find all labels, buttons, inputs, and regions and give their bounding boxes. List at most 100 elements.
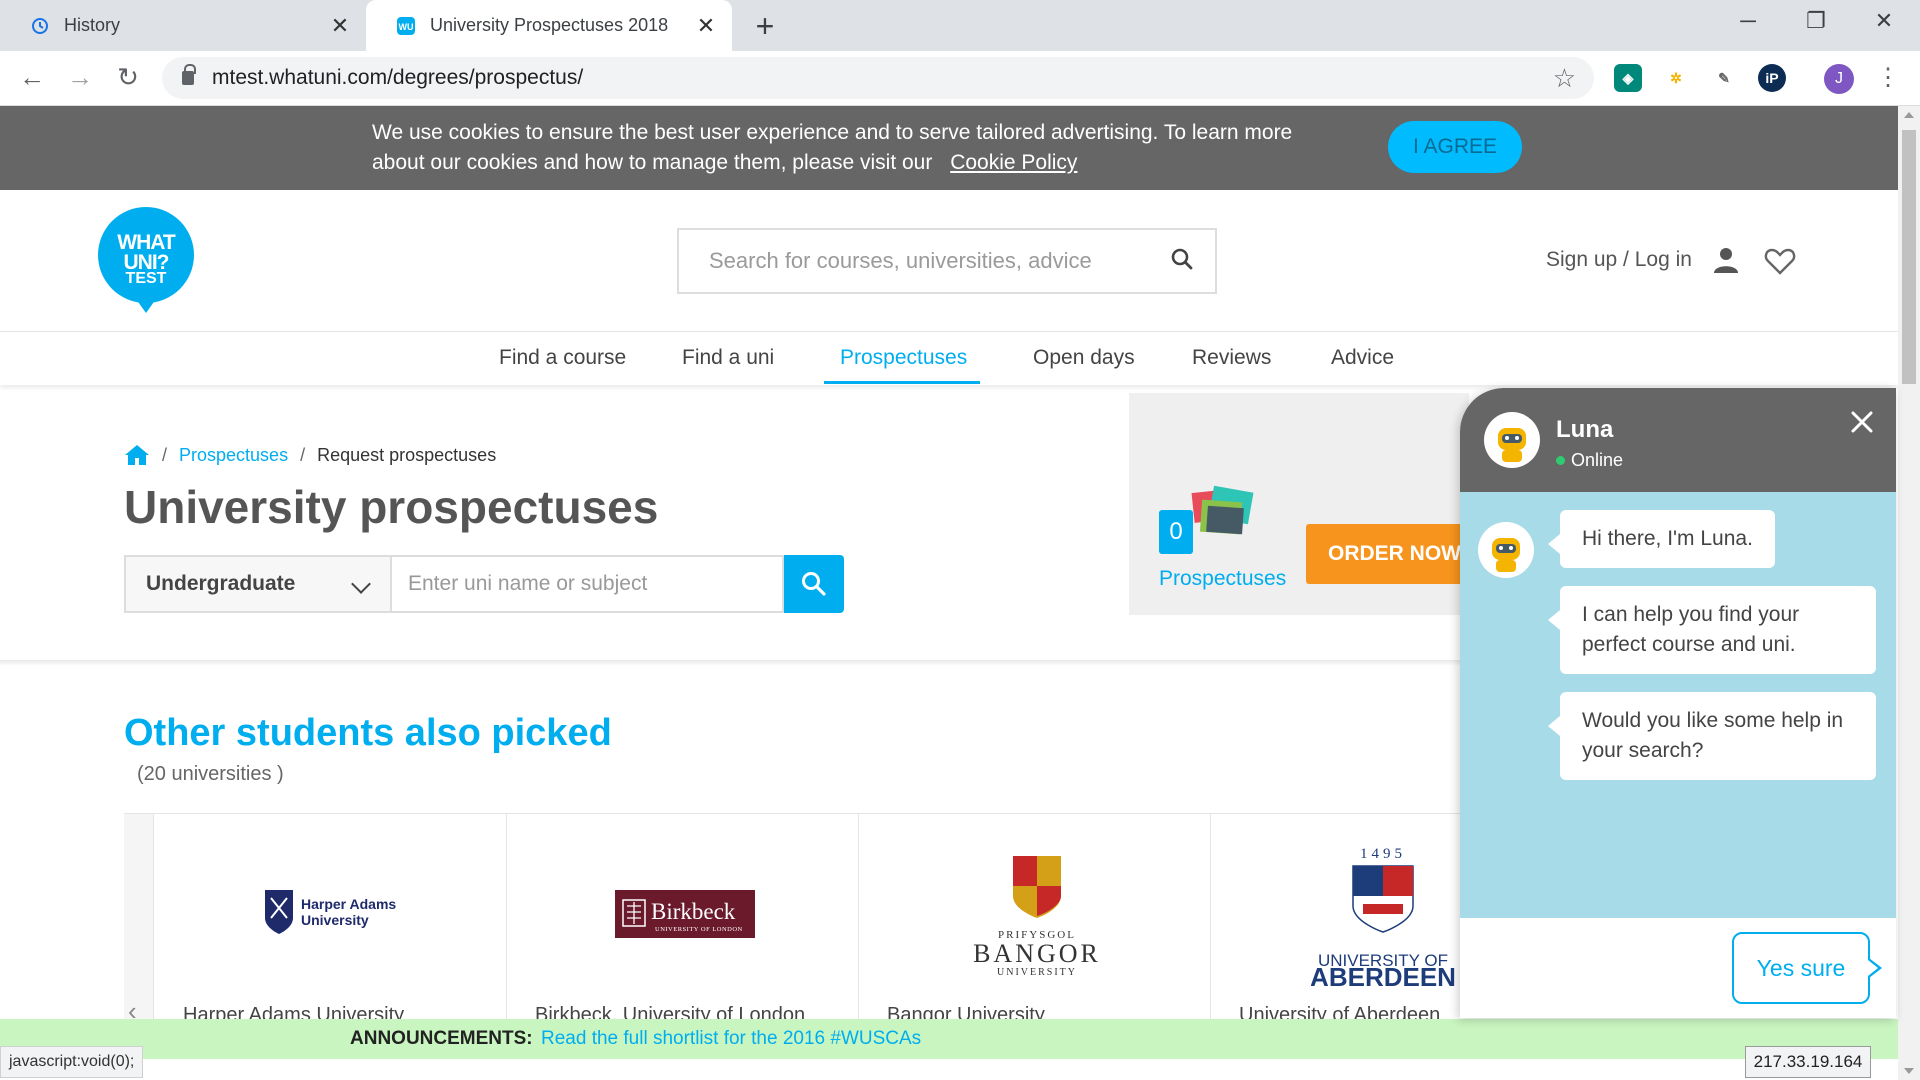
reload-icon[interactable]: ↻	[110, 59, 146, 95]
announcement-bar: ANNOUNCEMENTS: Read the full shortlist f…	[0, 1019, 1898, 1059]
whatuni-logo[interactable]: WHAT UNI? TEST	[98, 207, 194, 313]
nav-find-a-course[interactable]: Find a course	[499, 346, 626, 370]
close-icon[interactable]: ✕	[328, 13, 352, 39]
cookie-policy-link[interactable]: Cookie Policy	[950, 151, 1077, 174]
scroll-up-icon[interactable]	[1904, 112, 1914, 118]
extension-icon[interactable]: ✎	[1710, 64, 1738, 92]
universities-count: (20 universities )	[137, 763, 284, 785]
cookie-banner: We use cookies to ensure the best user e…	[0, 106, 1898, 190]
filter-search-button[interactable]	[784, 555, 844, 613]
close-icon[interactable]: ✕	[694, 13, 718, 39]
breadcrumb-current: Request prospectuses	[317, 444, 497, 465]
chat-status: Online	[1556, 450, 1623, 471]
prospectus-stack-icon	[1191, 485, 1254, 535]
university-card[interactable]: Birkbeck UNIVERSITY OF LONDON Birkbeck, …	[507, 814, 859, 1026]
nav-active-indicator	[824, 381, 980, 384]
birkbeck-logo: Birkbeck UNIVERSITY OF LONDON	[615, 890, 755, 938]
svg-text:UNIVERSITY OF LONDON: UNIVERSITY OF LONDON	[655, 926, 743, 933]
scrollbar-thumb[interactable]	[1902, 130, 1916, 384]
page-scrollbar[interactable]	[1898, 106, 1920, 1080]
site-search-input[interactable]	[709, 248, 1149, 274]
close-icon[interactable]	[1848, 408, 1876, 436]
chevron-down-icon	[351, 574, 371, 594]
university-card[interactable]: PRIFYSGOL BANGOR UNIVERSITY Bangor Unive…	[859, 814, 1211, 1026]
new-tab-button[interactable]: +	[748, 8, 782, 45]
search-icon[interactable]	[1171, 248, 1193, 270]
study-level-select[interactable]: Undergraduate	[124, 555, 392, 613]
breadcrumb-separator: /	[162, 444, 168, 465]
logo-text: WHAT UNI?	[117, 231, 175, 274]
nav-prospectuses[interactable]: Prospectuses	[840, 346, 967, 370]
whatuni-favicon-icon: WU	[397, 16, 415, 35]
back-icon[interactable]: ←	[14, 59, 50, 95]
svg-text:University: University	[301, 912, 369, 928]
bookmark-star-icon[interactable]: ☆	[1553, 63, 1576, 94]
browser-toolbar: ← → ↻ mtest.whatuni.com/degrees/prospect…	[0, 51, 1920, 106]
restore-icon[interactable]: ❐	[1796, 8, 1836, 34]
svg-text:WU: WU	[399, 22, 414, 32]
prospectus-filter: Undergraduate Enter uni name or subject	[124, 555, 844, 613]
bangor-logo: PRIFYSGOL BANGOR UNIVERSITY	[973, 856, 1101, 976]
announcement-link[interactable]: Read the full shortlist for the 2016 #WU…	[541, 1028, 921, 1050]
breadcrumb: / Prospectuses / Request prospectuses	[124, 444, 496, 466]
forward-icon[interactable]: →	[62, 59, 98, 95]
svg-text:Harper Adams: Harper Adams	[301, 896, 396, 912]
scroll-down-icon[interactable]	[1904, 1068, 1914, 1074]
extension-icon[interactable]: ◈	[1614, 64, 1642, 92]
extension-ip-icon[interactable]: iP	[1758, 64, 1786, 92]
prospectus-basket-link[interactable]: Prospectuses	[1159, 567, 1286, 591]
chat-message: Would you like some help in your search?	[1548, 692, 1876, 780]
chat-messages: Hi there, I'm Luna. I can help you find …	[1460, 492, 1896, 918]
site-search	[677, 228, 1217, 294]
svg-text:Birkbeck: Birkbeck	[651, 899, 736, 924]
user-icon[interactable]	[1712, 246, 1740, 274]
tab-history[interactable]: History ✕	[0, 0, 366, 51]
tab-university-prospectuses[interactable]: WU University Prospectuses 2018 ✕	[366, 0, 732, 51]
menu-icon[interactable]: ⋮	[1876, 63, 1900, 92]
nav-find-a-uni[interactable]: Find a uni	[682, 346, 774, 370]
minimize-icon[interactable]: ─	[1728, 8, 1768, 34]
signup-login-link[interactable]: Sign up / Log in	[1546, 248, 1692, 272]
chat-message: I can help you find your perfect course …	[1548, 586, 1876, 674]
chat-reply-area: Yes sure	[1460, 918, 1896, 1018]
ip-address-badge: 217.33.19.164	[1745, 1046, 1871, 1078]
study-level-value: Undergraduate	[146, 572, 296, 595]
main-navigation: Find a course Find a uni Prospectuses Op…	[0, 331, 1898, 385]
announcement-label: ANNOUNCEMENTS:	[350, 1028, 533, 1049]
section-divider	[0, 660, 1460, 666]
online-indicator-icon	[1556, 456, 1565, 465]
chat-header: Luna Online	[1460, 388, 1896, 492]
avatar[interactable]: J	[1824, 64, 1854, 94]
logo-subtext: TEST	[125, 270, 167, 287]
nav-advice[interactable]: Advice	[1331, 346, 1394, 370]
order-now-button[interactable]: ORDER NOW	[1306, 524, 1470, 584]
lock-icon	[182, 64, 196, 85]
cookie-text: We use cookies to ensure the best user e…	[372, 118, 1332, 178]
robot-avatar-icon	[1478, 522, 1534, 578]
tab-title: History	[64, 15, 121, 35]
chat-status-text: Online	[1571, 450, 1624, 470]
svg-text:ABERDEEN: ABERDEEN	[1311, 962, 1456, 986]
heart-icon[interactable]	[1764, 247, 1796, 275]
svg-text:BANGOR: BANGOR	[973, 939, 1101, 968]
tab-title: University Prospectuses 2018	[430, 15, 669, 35]
address-bar[interactable]: mtest.whatuni.com/degrees/prospectus/ ☆	[162, 57, 1594, 99]
prospectus-count-badge: 0	[1159, 510, 1193, 554]
nav-open-days[interactable]: Open days	[1033, 346, 1135, 370]
breadcrumb-prospectuses[interactable]: Prospectuses	[179, 445, 288, 466]
search-icon	[802, 572, 826, 596]
uni-subject-input[interactable]: Enter uni name or subject	[392, 555, 784, 613]
browser-status-bar: javascript:void(0);	[0, 1046, 144, 1078]
extension-icon[interactable]: ✲	[1662, 64, 1690, 92]
nav-reviews[interactable]: Reviews	[1192, 346, 1271, 370]
chat-widget: Luna Online Hi there, I'm Luna. I can he…	[1460, 388, 1896, 1018]
page-title: University prospectuses	[124, 481, 659, 533]
carousel-prev-button[interactable]: ‹	[124, 814, 154, 1026]
chat-agent-name: Luna	[1556, 416, 1614, 443]
agree-button[interactable]: I AGREE	[1388, 121, 1522, 173]
university-card[interactable]: Harper Adams University Harper Adams Uni…	[155, 814, 507, 1026]
home-icon[interactable]	[124, 444, 150, 466]
section-title: Other students also picked	[124, 712, 612, 754]
yes-sure-button[interactable]: Yes sure	[1732, 932, 1882, 1004]
close-window-icon[interactable]: ✕	[1864, 8, 1904, 34]
